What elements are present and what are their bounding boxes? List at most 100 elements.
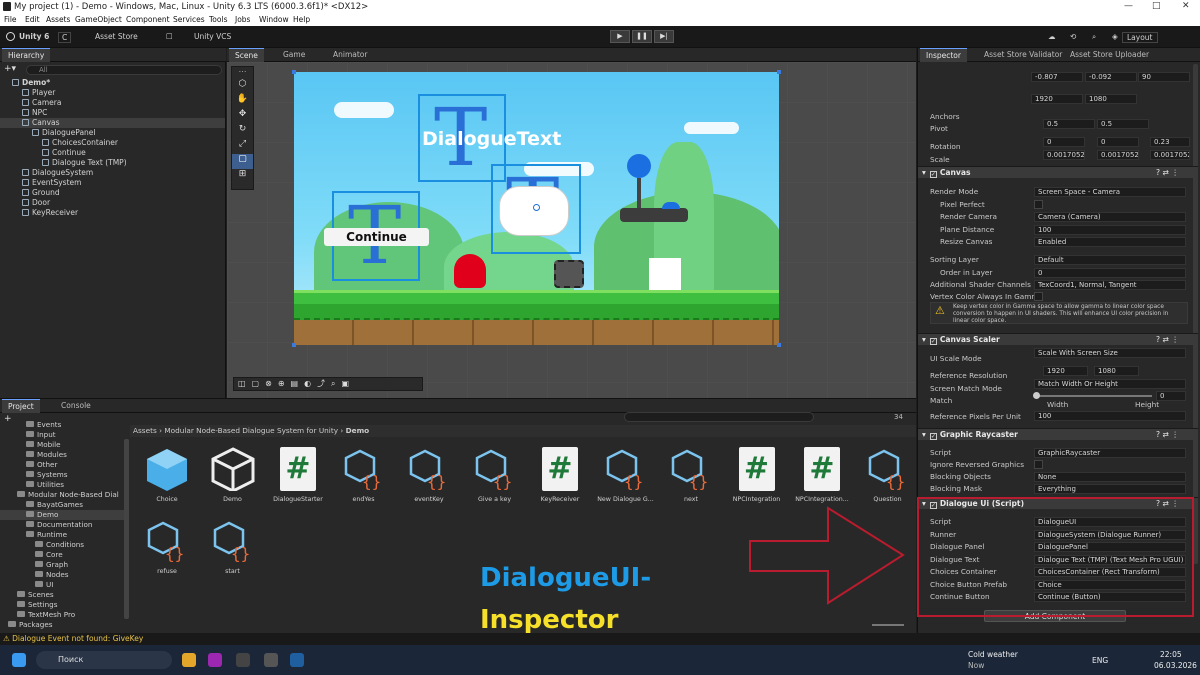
project-tree-item[interactable]: Systems [0,470,128,480]
rect-handle[interactable] [777,343,781,347]
rect-handle[interactable] [292,343,296,347]
hierarchy-item[interactable]: Ground [0,188,225,198]
asset-item[interactable]: # NPCIntegration... [792,447,852,503]
project-tree-item[interactable]: Graph [0,560,128,570]
menu-services[interactable]: Services [173,15,205,24]
canvas-prop-value[interactable]: Screen Space - Camera [1034,187,1186,197]
help-icon[interactable]: ? ⇄ ⋮ [1156,429,1179,441]
menu-help[interactable]: Help [293,15,310,24]
checkbox[interactable] [1034,292,1043,301]
steam-icon[interactable] [290,653,304,667]
menu-assets[interactable]: Assets [46,15,70,24]
project-tree-item[interactable]: Documentation [0,520,128,530]
match-slider-knob[interactable] [1033,392,1040,399]
cloud-icon[interactable]: ☐ [166,32,173,41]
layers-icon[interactable]: ◈ [1112,32,1118,41]
height-field[interactable]: 1080 [1085,94,1137,104]
breadcrumb-package[interactable]: Modular Node-Based Dialogue System for U… [164,426,338,435]
asset-item[interactable]: {} Question [858,447,918,503]
project-search-input[interactable] [624,412,814,422]
hierarchy-item[interactable]: Demo* [0,78,225,88]
project-tree-item[interactable]: TextMesh Pro [0,610,128,620]
unity-hub-icon[interactable] [236,653,250,667]
project-tree-item[interactable]: Utilities [0,480,128,490]
rotate-tool-icon[interactable]: ↻ [232,124,253,139]
foldout-icon[interactable]: ▾ [922,430,926,439]
asset-store-dropdown[interactable]: Asset Store [95,32,138,41]
canvas-prop-value[interactable]: TexCoord1, Normal, Tangent [1034,280,1186,290]
clock-time[interactable]: 22:05 [1160,650,1182,659]
hand-tool-icon[interactable]: ✋ [232,94,253,109]
ref-res-y[interactable]: 1080 [1094,366,1139,376]
minimize-icon[interactable]: — [1124,1,1133,11]
hierarchy-item[interactable]: ChoicesContainer [0,138,225,148]
continue-button[interactable]: Continue [324,228,429,246]
rect-handle[interactable] [777,70,781,74]
checkbox[interactable] [1034,200,1043,209]
weather-label[interactable]: Cold weather [968,650,1018,659]
zoom-slider[interactable] [872,624,904,626]
enabled-checkbox[interactable]: ✓ [929,338,937,345]
pause-button[interactable]: ❚❚ [632,30,652,43]
hierarchy-item[interactable]: DialoguePanel [0,128,225,138]
menu-tools[interactable]: Tools [209,15,227,24]
canvas-prop-value[interactable]: Enabled [1034,237,1186,247]
project-tree-item[interactable]: Packages [0,620,128,630]
unity-editor-icon[interactable] [264,653,278,667]
tab-project[interactable]: Project [2,399,40,413]
help-icon[interactable]: ? ⇄ ⋮ [1156,334,1179,346]
hierarchy-item[interactable]: EventSystem [0,178,225,188]
transform-tool-icon[interactable]: ⊞ [232,169,253,184]
pivot-x-field[interactable]: 0.5 [1043,119,1095,129]
hierarchy-item[interactable]: Dialogue Text (TMP) [0,158,225,168]
scene-bottom-toolbar[interactable]: ◫▢⊗⊕▤◐⤴⌕▣ [233,377,423,391]
asset-item[interactable]: # KeyReceiver [530,447,590,503]
status-message[interactable]: Dialogue Event not found: GiveKey [12,634,143,643]
play-button[interactable]: ▶ [610,30,630,43]
project-tree-item[interactable]: Events [0,420,128,430]
menu-gameobject[interactable]: GameObject [75,15,122,24]
asset-item[interactable]: Choice [137,447,197,503]
ref-res-x[interactable]: 1920 [1043,366,1088,376]
game-canvas-preview[interactable]: T DialogueText T Continue T [294,72,779,345]
tab-asset-store-validator[interactable]: Asset Store Validator [978,48,1068,62]
asset-item[interactable]: {} Give a key [465,447,525,503]
asset-item[interactable]: {} eventKey [399,447,459,503]
rect-handle[interactable] [292,70,296,74]
view-tool-icon[interactable]: ⬡ [232,79,253,94]
project-tree-item[interactable]: Input [0,430,128,440]
menu-file[interactable]: File [4,15,17,24]
project-tree-item[interactable]: Modular Node-Based Dial [0,490,128,500]
hierarchy-item[interactable]: Door [0,198,225,208]
breadcrumb-demo[interactable]: Demo [346,426,370,435]
pos-y-field[interactable]: -0.092 [1085,72,1137,82]
rotation-x[interactable]: 0 [1043,137,1085,147]
match-value[interactable]: 0 [1156,391,1186,401]
pos-x-field[interactable]: -0.807 [1031,72,1083,82]
project-tree-item[interactable]: Core [0,550,128,560]
tab-asset-store-uploader[interactable]: Asset Store Uploader [1064,48,1155,62]
tab-inspector[interactable]: Inspector [920,48,967,62]
pos-z-field[interactable]: 90 [1138,72,1190,82]
scale-y[interactable]: 0.0017052 [1097,150,1139,160]
menu-edit[interactable]: Edit [25,15,40,24]
asset-item[interactable]: # DialogueStarter [268,447,328,503]
enabled-checkbox[interactable]: ✓ [929,433,937,440]
project-tree-item[interactable]: Scenes [0,590,128,600]
menu-jobs[interactable]: Jobs [235,15,250,24]
layout-dropdown[interactable]: Layout [1122,32,1158,43]
inspector-scrollbar[interactable] [1193,64,1198,564]
scale-x[interactable]: 0.0017052 [1043,150,1085,160]
asset-item[interactable]: {} New Dialogue G... [596,447,656,503]
language-indicator[interactable]: ENG [1092,656,1108,665]
ppu-field[interactable]: 100 [1034,411,1186,421]
tab-scene[interactable]: Scene [229,48,264,62]
canvas-scaler-component[interactable]: ▾ ✓ Canvas Scaler ? ⇄ ⋮ [918,333,1198,345]
hierarchy-item[interactable]: NPC [0,108,225,118]
project-tree-item[interactable]: Runtime [0,530,128,540]
project-tree-item[interactable]: Conditions [0,540,128,550]
project-tree-item[interactable]: Settings [0,600,128,610]
raycaster-prop-value[interactable]: Everything [1034,484,1186,494]
foldout-icon[interactable]: ▾ [922,335,926,344]
ui-scale-dropdown[interactable]: Scale With Screen Size [1034,348,1186,358]
